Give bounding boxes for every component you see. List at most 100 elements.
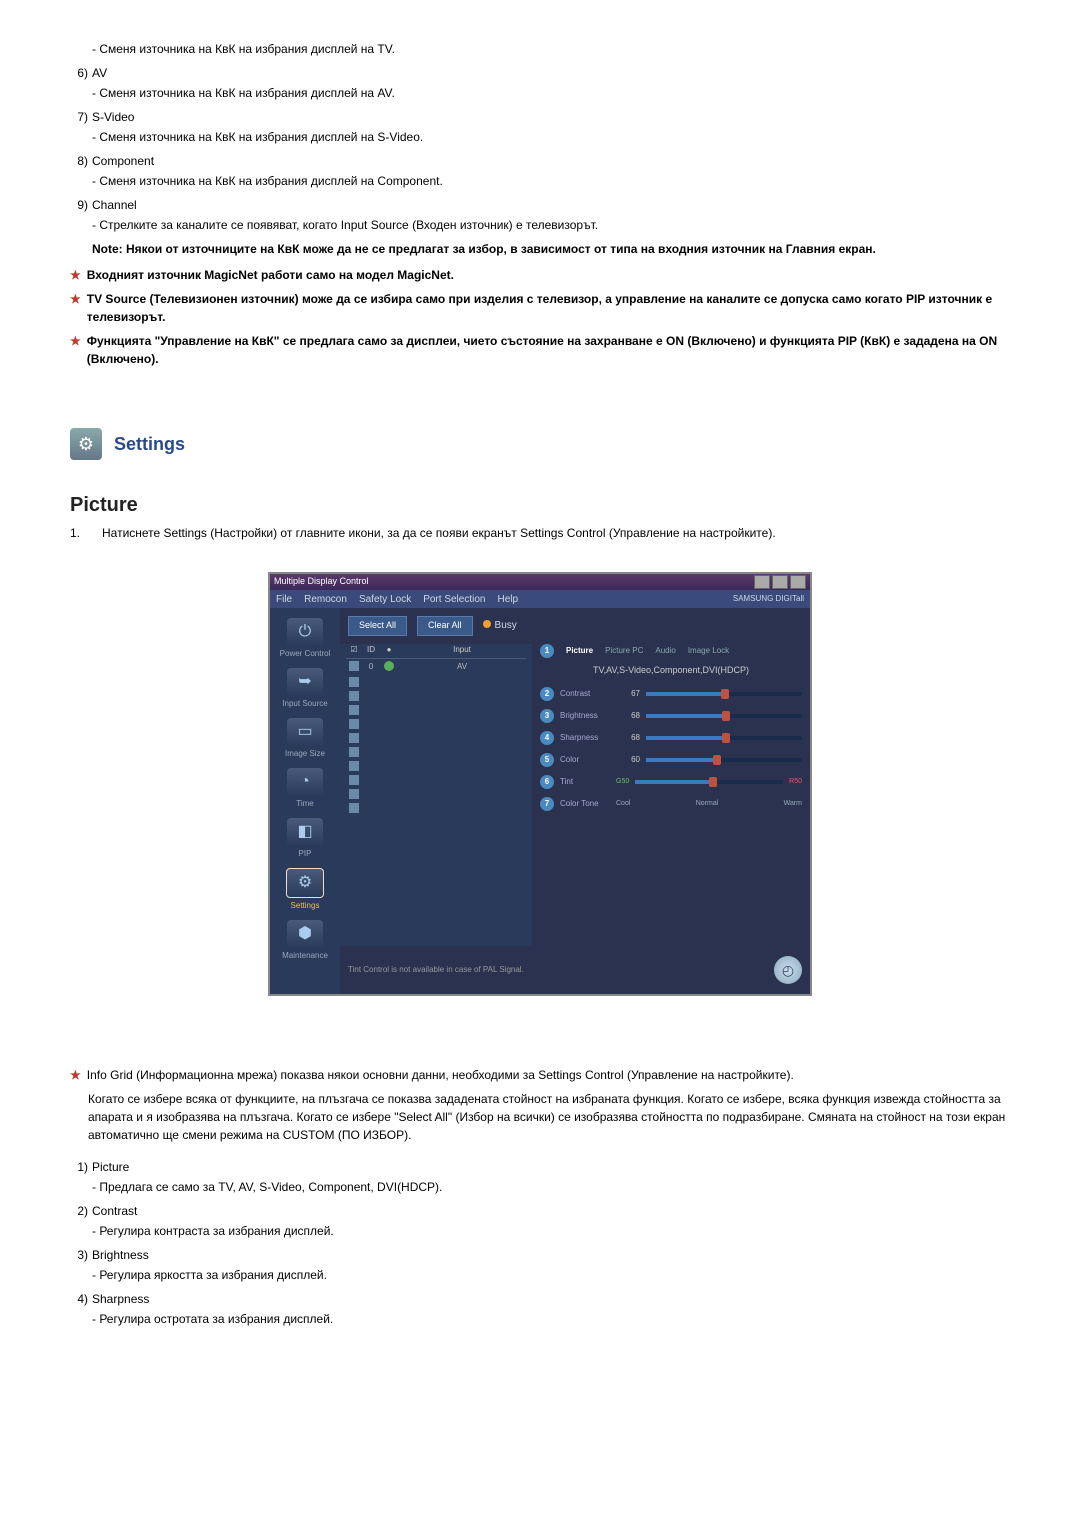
busy-indicator: Busy — [483, 618, 517, 633]
star-notes: ★ Входният източник MagicNet работи само… — [70, 266, 1010, 368]
minimize-button[interactable] — [754, 575, 770, 589]
callout-7: 7 — [540, 797, 554, 811]
row-checkbox[interactable] — [349, 661, 359, 671]
row-checkbox[interactable] — [349, 719, 359, 729]
list-item: 9) Channel — [70, 196, 1010, 214]
slider-value: 68 — [616, 732, 640, 744]
tint-slider[interactable] — [635, 780, 783, 784]
callout-1: 1 — [540, 644, 554, 658]
slider-label: Color — [560, 754, 610, 766]
table-row[interactable] — [346, 773, 526, 787]
sidebar-item-power-control[interactable]: ⏻ Power Control — [277, 618, 333, 660]
sidebar-item-time[interactable]: ◔ Time — [277, 768, 333, 810]
select-all-button[interactable]: Select All — [348, 616, 407, 636]
clock-icon: ◴ — [774, 956, 802, 984]
star-icon: ★ — [70, 1066, 81, 1084]
table-row[interactable] — [346, 787, 526, 801]
color-tone-label: Color Tone — [560, 798, 610, 810]
row-checkbox[interactable] — [349, 705, 359, 715]
section-title: Settings — [114, 431, 185, 458]
image-size-icon: ▭ — [287, 718, 323, 746]
maintenance-icon: ⬢ — [287, 920, 323, 948]
slider[interactable] — [646, 758, 802, 762]
slider[interactable] — [646, 692, 802, 696]
tabs: 1 Picture Picture PC Audio Image Lock — [540, 644, 802, 658]
menu-file[interactable]: File — [276, 592, 292, 607]
callout-badge: 3 — [540, 709, 554, 723]
tab-image-lock[interactable]: Image Lock — [688, 645, 729, 657]
menu-remocon[interactable]: Remocon — [304, 592, 347, 607]
pip-icon: ◧ — [287, 818, 323, 846]
slider-row: 4Sharpness68 — [540, 731, 802, 745]
slider-value: 68 — [616, 710, 640, 722]
row-checkbox[interactable] — [349, 733, 359, 743]
table-row[interactable] — [346, 675, 526, 689]
slider[interactable] — [646, 736, 802, 740]
color-tone-selector[interactable]: Cool Normal Warm — [616, 799, 802, 810]
input-source-icon: ➥ — [287, 668, 323, 696]
time-icon: ◔ — [287, 768, 323, 796]
tab-picture[interactable]: Picture — [566, 645, 593, 657]
bottom-list: 1)Picture - Предлага се само за TV, AV, … — [70, 1158, 1010, 1328]
clear-all-button[interactable]: Clear All — [417, 616, 473, 636]
table-row[interactable] — [346, 745, 526, 759]
menu-help[interactable]: Help — [497, 592, 518, 607]
top-list: - Сменя източника на КвК на избрания дис… — [70, 40, 1010, 234]
list-item: 8) Component — [70, 152, 1010, 170]
tint-label: Tint — [560, 776, 610, 788]
info-grid-table: ☑ ID ● Input 0AV — [340, 644, 532, 947]
slider[interactable] — [646, 714, 802, 718]
slider-label: Sharpness — [560, 732, 610, 744]
row-checkbox[interactable] — [349, 761, 359, 771]
table-row[interactable] — [346, 703, 526, 717]
row-checkbox[interactable] — [349, 775, 359, 785]
list-item: 6) AV — [70, 64, 1010, 82]
status-dot — [384, 661, 394, 671]
sidebar-item-settings[interactable]: ⚙ Settings — [277, 868, 333, 912]
callout-6: 6 — [540, 775, 554, 789]
row-checkbox[interactable] — [349, 789, 359, 799]
toolbar: Select All Clear All Busy — [340, 608, 810, 644]
app-screenshot: Multiple Display Control File Remocon Sa… — [268, 572, 812, 996]
sidebar-item-image-size[interactable]: ▭ Image Size — [277, 718, 333, 760]
slider-row: 3Brightness68 — [540, 709, 802, 723]
tab-audio[interactable]: Audio — [655, 645, 675, 657]
info-star-text: Info Grid (Информационна мрежа) показва … — [87, 1066, 1010, 1084]
section-header: ⚙ Settings — [70, 428, 1010, 460]
busy-dot-icon — [483, 620, 491, 628]
menu-safety-lock[interactable]: Safety Lock — [359, 592, 411, 607]
sidebar-item-input-source[interactable]: ➥ Input Source — [277, 668, 333, 710]
table-row[interactable] — [346, 731, 526, 745]
row-checkbox[interactable] — [349, 803, 359, 813]
close-button[interactable] — [790, 575, 806, 589]
table-row[interactable] — [346, 717, 526, 731]
tab-picture-pc[interactable]: Picture PC — [605, 645, 643, 657]
table-row[interactable] — [346, 689, 526, 703]
slider-value: 67 — [616, 688, 640, 700]
menubar: File Remocon Safety Lock Port Selection … — [270, 590, 810, 608]
slider-row: 2 Contrast 67 — [540, 687, 802, 701]
settings-icon: ⚙ — [70, 428, 102, 460]
sidebar: ⏻ Power Control ➥ Input Source ▭ Image S… — [270, 608, 340, 994]
slider-value: 60 — [616, 754, 640, 766]
sidebar-item-pip[interactable]: ◧ PIP — [277, 818, 333, 860]
table-row[interactable]: 0AV — [346, 659, 526, 675]
picture-intro: 1. Натиснете Settings (Настройки) от гла… — [70, 524, 1010, 572]
callout-badge: 2 — [540, 687, 554, 701]
picture-heading: Picture — [70, 490, 1010, 520]
titlebar: Multiple Display Control — [270, 574, 810, 590]
row-checkbox[interactable] — [349, 747, 359, 757]
star-icon: ★ — [70, 290, 81, 308]
row-checkbox[interactable] — [349, 677, 359, 687]
menu-port-selection[interactable]: Port Selection — [423, 592, 485, 607]
table-row[interactable] — [346, 759, 526, 773]
star-icon: ★ — [70, 332, 81, 350]
settings-panel: 1 Picture Picture PC Audio Image Lock TV… — [532, 644, 810, 947]
table-row[interactable] — [346, 801, 526, 815]
slider-label: Contrast — [560, 688, 610, 700]
mode-label: TV,AV,S-Video,Component,DVI(HDCP) — [540, 664, 802, 678]
row-checkbox[interactable] — [349, 691, 359, 701]
sidebar-item-maintenance[interactable]: ⬢ Maintenance — [277, 920, 333, 962]
maximize-button[interactable] — [772, 575, 788, 589]
power-icon: ⏻ — [287, 618, 323, 646]
